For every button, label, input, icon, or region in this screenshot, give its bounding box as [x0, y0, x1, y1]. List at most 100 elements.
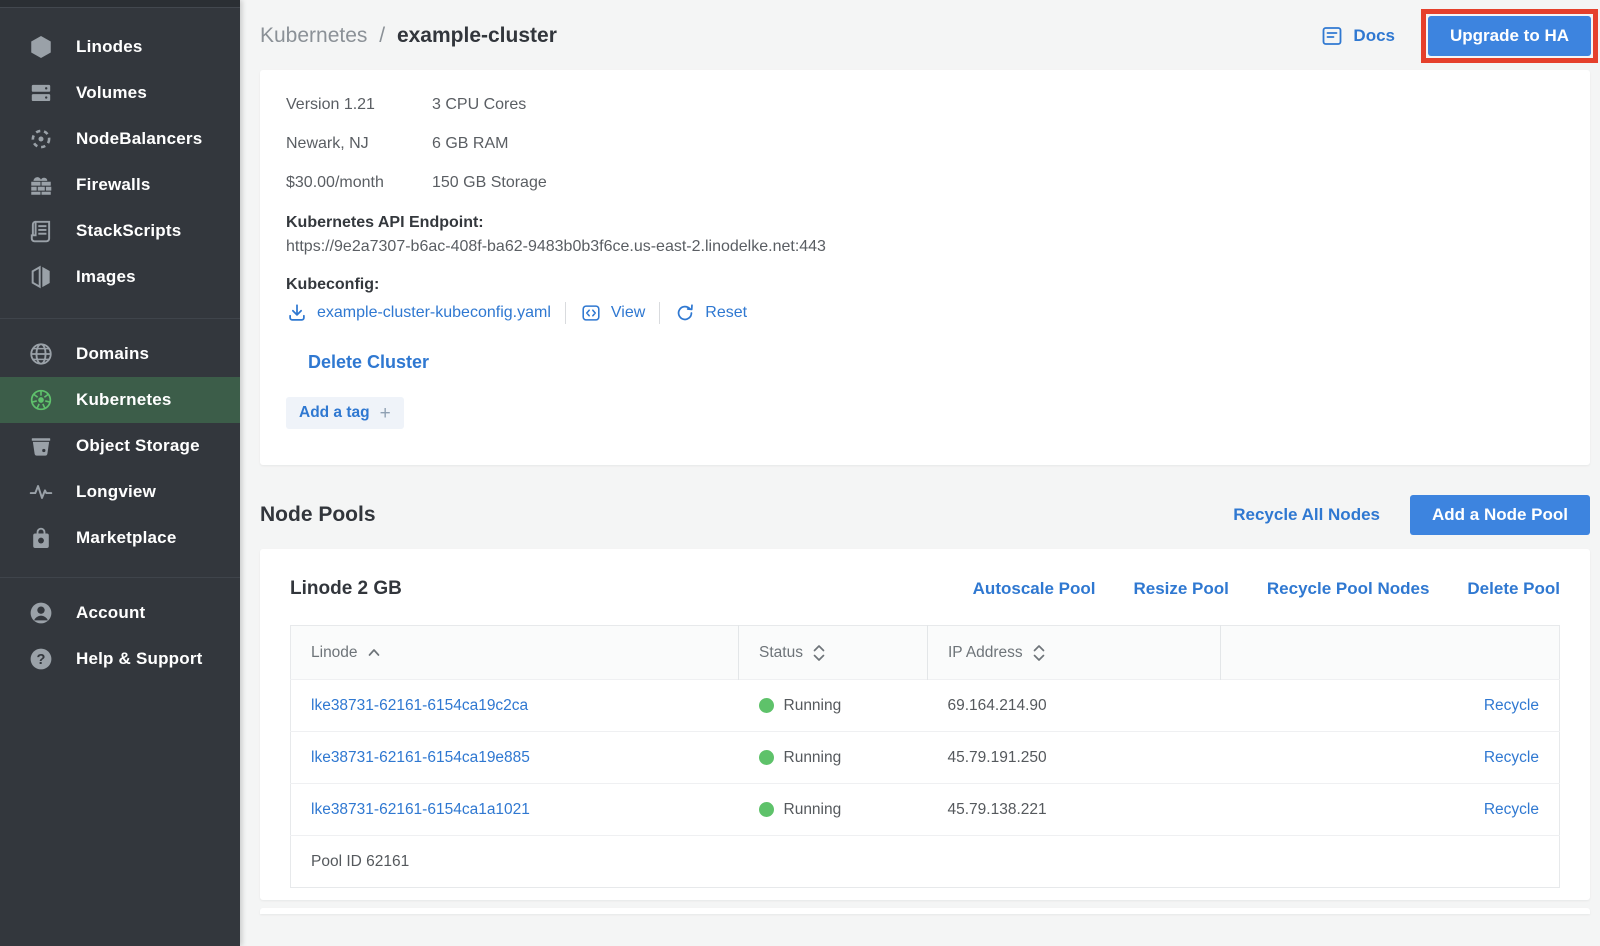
sidebar-top-strip: [0, 0, 240, 8]
sidebar-divider: [0, 318, 240, 319]
kubeconfig-reset-link[interactable]: Reset: [674, 302, 747, 324]
divider: [565, 302, 566, 324]
add-tag-button[interactable]: Add a tag +: [286, 397, 404, 429]
sort-asc-icon: [367, 648, 381, 657]
sidebar-item-kubernetes[interactable]: Kubernetes: [0, 377, 240, 423]
api-endpoint-url: https://9e2a7307-b6ac-408f-ba62-9483b0b3…: [286, 238, 1562, 256]
kubeconfig-row: example-cluster-kubeconfig.yaml View Res…: [286, 300, 1562, 326]
sidebar-item-label: Object Storage: [76, 436, 200, 456]
delete-pool-link[interactable]: Delete Pool: [1467, 579, 1560, 599]
sidebar-item-firewalls[interactable]: Firewalls: [0, 162, 240, 208]
ip-address: 69.164.214.90: [948, 697, 1047, 714]
main-content: Kubernetes / example-cluster Docs Upgrad…: [240, 0, 1600, 946]
column-label: Status: [759, 644, 803, 662]
spec-version: Version 1.21: [286, 96, 432, 114]
stackscripts-icon: [26, 216, 56, 246]
column-header-status[interactable]: Status: [739, 626, 928, 680]
sidebar-item-label: Linodes: [76, 37, 143, 57]
docs-label: Docs: [1353, 26, 1395, 46]
reset-icon: [674, 302, 696, 324]
add-tag-label: Add a tag: [299, 404, 370, 422]
sidebar: Linodes Volumes NodeBalancers Firewalls: [0, 0, 240, 946]
sidebar-item-nodebalancers[interactable]: NodeBalancers: [0, 116, 240, 162]
sort-both-icon: [812, 644, 826, 662]
status-label: Running: [784, 801, 842, 819]
node-link[interactable]: lke38731-62161-6154ca19c2ca: [311, 697, 528, 714]
ip-address: 45.79.191.250: [948, 749, 1047, 766]
recycle-node-link[interactable]: Recycle: [1484, 697, 1539, 714]
images-icon: [26, 262, 56, 292]
recycle-all-nodes-link[interactable]: Recycle All Nodes: [1233, 505, 1380, 525]
sidebar-divider: [0, 577, 240, 578]
pool-id-label: Pool ID 62161: [291, 836, 1560, 888]
object-storage-icon: [26, 431, 56, 461]
sidebar-item-domains[interactable]: Domains: [0, 331, 240, 377]
sidebar-item-images[interactable]: Images: [0, 254, 240, 300]
domains-icon: [26, 339, 56, 369]
sidebar-item-marketplace[interactable]: Marketplace: [0, 515, 240, 561]
spec-price: $30.00/month: [286, 174, 432, 192]
svg-text:?: ?: [37, 652, 46, 668]
view-code-icon: [580, 302, 602, 324]
breadcrumb-current: example-cluster: [397, 24, 557, 47]
status-dot: [759, 802, 774, 817]
resize-pool-link[interactable]: Resize Pool: [1133, 579, 1228, 599]
pool-name: Linode 2 GB: [290, 578, 935, 600]
column-header-linode[interactable]: Linode: [291, 626, 739, 680]
recycle-pool-nodes-link[interactable]: Recycle Pool Nodes: [1267, 579, 1430, 599]
sidebar-item-volumes[interactable]: Volumes: [0, 70, 240, 116]
sidebar-item-label: Marketplace: [76, 528, 176, 548]
volumes-icon: [26, 78, 56, 108]
column-label: IP Address: [948, 644, 1023, 662]
sidebar-item-help-support[interactable]: ? Help & Support: [0, 636, 240, 682]
sidebar-item-object-storage[interactable]: Object Storage: [0, 423, 240, 469]
recycle-node-link[interactable]: Recycle: [1484, 749, 1539, 766]
cluster-specs: Version 1.21 3 CPU Cores Newark, NJ 6 GB…: [286, 96, 1562, 192]
sidebar-item-label: Volumes: [76, 83, 147, 103]
status-dot: [759, 698, 774, 713]
node-pools-title: Node Pools: [260, 503, 1233, 527]
node-pool-card: Linode 2 GB Autoscale Pool Resize Pool R…: [260, 549, 1590, 900]
docs-link[interactable]: Docs: [1320, 24, 1395, 48]
sidebar-item-account[interactable]: Account: [0, 590, 240, 636]
divider: [659, 302, 660, 324]
pool-head: Linode 2 GB Autoscale Pool Resize Pool R…: [290, 569, 1560, 609]
breadcrumb: Kubernetes / example-cluster: [260, 24, 1320, 48]
sidebar-item-linodes[interactable]: Linodes: [0, 24, 240, 70]
table-row: lke38731-62161-6154ca19e885 Running 45.7…: [291, 732, 1560, 784]
tag-row: Add a tag +: [286, 397, 1562, 429]
breadcrumb-separator: /: [379, 24, 385, 47]
recycle-node-link[interactable]: Recycle: [1484, 801, 1539, 818]
node-link[interactable]: lke38731-62161-6154ca1a1021: [311, 801, 530, 818]
table-header-row: Linode Status: [291, 626, 1560, 680]
reset-label: Reset: [705, 304, 747, 322]
help-icon: ?: [26, 644, 56, 674]
sidebar-item-stackscripts[interactable]: StackScripts: [0, 208, 240, 254]
column-header-ip-address[interactable]: IP Address: [928, 626, 1221, 680]
sidebar-item-label: NodeBalancers: [76, 129, 202, 149]
delete-cluster-button[interactable]: Delete Cluster: [308, 352, 429, 373]
sort-both-icon: [1032, 644, 1046, 662]
cluster-summary-card: Version 1.21 3 CPU Cores Newark, NJ 6 GB…: [260, 70, 1590, 465]
sidebar-nav: Linodes Volumes NodeBalancers Firewalls: [0, 8, 240, 682]
kubeconfig-view-link[interactable]: View: [580, 302, 645, 324]
kubeconfig-download-link[interactable]: example-cluster-kubeconfig.yaml: [286, 302, 551, 324]
node-link[interactable]: lke38731-62161-6154ca19e885: [311, 749, 530, 766]
marketplace-icon: [26, 523, 56, 553]
download-icon: [286, 302, 308, 324]
status-label: Running: [784, 697, 842, 715]
upgrade-to-ha-button[interactable]: Upgrade to HA: [1428, 16, 1591, 56]
account-icon: [26, 598, 56, 628]
table-row: lke38731-62161-6154ca1a1021 Running 45.7…: [291, 784, 1560, 836]
spec-cpu: 3 CPU Cores: [432, 96, 1562, 114]
status-label: Running: [784, 749, 842, 767]
next-pool-card-edge: [260, 908, 1590, 914]
autoscale-pool-link[interactable]: Autoscale Pool: [973, 579, 1096, 599]
linode-icon: [26, 32, 56, 62]
api-endpoint-label: Kubernetes API Endpoint:: [286, 214, 1562, 232]
sidebar-item-label: Longview: [76, 482, 156, 502]
sidebar-item-label: Images: [76, 267, 136, 287]
breadcrumb-section[interactable]: Kubernetes: [260, 24, 367, 47]
sidebar-item-longview[interactable]: Longview: [0, 469, 240, 515]
add-node-pool-button[interactable]: Add a Node Pool: [1410, 495, 1590, 535]
